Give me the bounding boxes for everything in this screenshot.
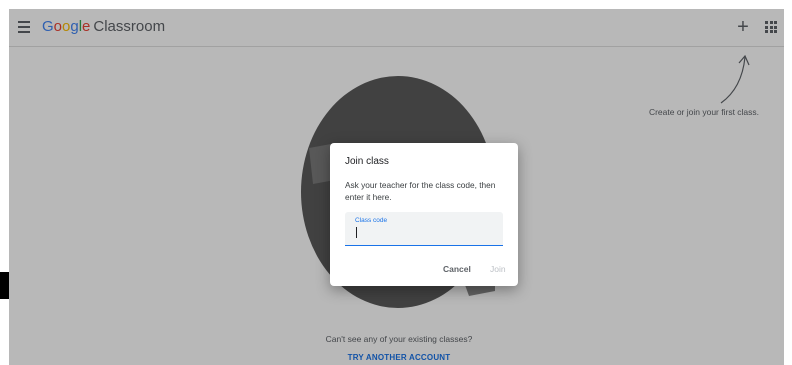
- left-edge-strip: [0, 272, 9, 299]
- screen: Google Classroom + Create or join your fi…: [0, 0, 792, 365]
- class-code-label: Class code: [355, 217, 388, 224]
- join-button[interactable]: Join: [490, 264, 506, 274]
- class-code-input[interactable]: [353, 226, 497, 240]
- field-focus-underline: [345, 245, 503, 246]
- join-class-dialog: Join class Ask your teacher for the clas…: [330, 143, 518, 286]
- dialog-title: Join class: [345, 156, 389, 167]
- cancel-button[interactable]: Cancel: [443, 264, 471, 274]
- text-caret: [356, 227, 357, 238]
- classroom-page: Google Classroom + Create or join your fi…: [9, 9, 784, 365]
- dialog-description: Ask your teacher for the class code, the…: [345, 180, 496, 202]
- class-code-field[interactable]: Class code: [345, 212, 503, 246]
